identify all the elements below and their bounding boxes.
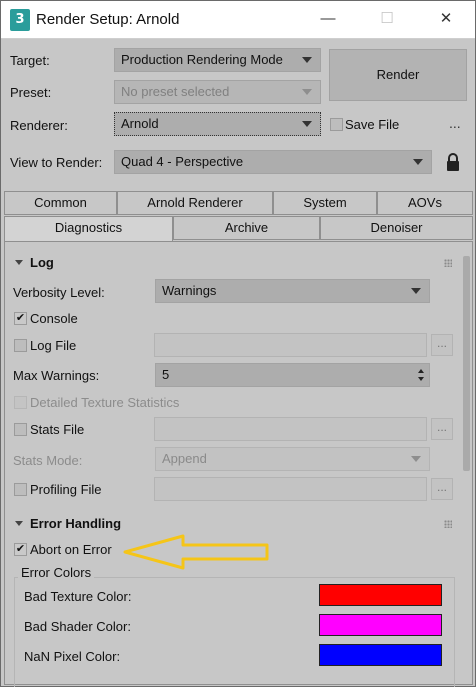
chevron-down-icon bbox=[302, 89, 312, 95]
3dsmax-app-icon: 3 bbox=[10, 9, 30, 31]
nan-pixel-color-swatch[interactable] bbox=[319, 644, 442, 666]
view-to-render-dropdown[interactable]: Quad 4 - Perspective bbox=[114, 150, 432, 174]
bad-texture-color-swatch[interactable] bbox=[319, 584, 442, 606]
collapse-triangle-icon bbox=[15, 521, 23, 526]
profiling-file-label: Profiling File bbox=[30, 482, 102, 497]
panel-scrollbar[interactable] bbox=[463, 256, 470, 471]
tab-diagnostics[interactable]: Diagnostics bbox=[4, 216, 173, 242]
title-bar: 3 Render Setup: Arnold — ☐ ✕ bbox=[1, 1, 475, 39]
close-button[interactable]: ✕ bbox=[417, 1, 475, 39]
renderer-label: Renderer: bbox=[10, 118, 68, 133]
detailed-texture-stats-label: Detailed Texture Statistics bbox=[30, 395, 180, 410]
stats-file-path-field[interactable] bbox=[154, 417, 427, 441]
bad-shader-color-label: Bad Shader Color: bbox=[24, 619, 131, 634]
max-warnings-label: Max Warnings: bbox=[13, 368, 100, 383]
profiling-file-checkbox[interactable] bbox=[14, 483, 27, 496]
minimize-button[interactable]: — bbox=[299, 1, 357, 39]
tab-system[interactable]: System bbox=[273, 191, 377, 215]
log-rollout-header[interactable]: Log bbox=[7, 251, 459, 275]
tab-aovs[interactable]: AOVs bbox=[377, 191, 473, 215]
stats-file-checkbox[interactable] bbox=[14, 423, 27, 436]
tab-denoiser[interactable]: Denoiser bbox=[320, 216, 473, 240]
save-file-checkbox[interactable] bbox=[330, 118, 343, 131]
log-file-checkbox[interactable] bbox=[14, 339, 27, 352]
tab-archive[interactable]: Archive bbox=[173, 216, 320, 240]
max-warnings-spinner[interactable]: 5 bbox=[155, 363, 430, 387]
chevron-down-icon bbox=[411, 288, 421, 294]
error-handling-title: Error Handling bbox=[30, 516, 122, 531]
tab-arnold-renderer[interactable]: Arnold Renderer bbox=[117, 191, 273, 215]
renderer-dropdown[interactable]: Arnold bbox=[114, 112, 321, 136]
target-label: Target: bbox=[10, 53, 50, 68]
view-to-render-value: Quad 4 - Perspective bbox=[121, 154, 244, 169]
detailed-texture-stats-checkbox[interactable] bbox=[14, 396, 27, 409]
stats-mode-label: Stats Mode: bbox=[13, 453, 83, 468]
profiling-file-browse-button[interactable]: ... bbox=[431, 478, 453, 500]
error-colors-group-label: Error Colors bbox=[18, 565, 95, 580]
console-checkbox[interactable]: ✔ bbox=[14, 312, 27, 325]
target-dropdown[interactable]: Production Rendering Mode bbox=[114, 48, 321, 72]
log-rollout-title: Log bbox=[30, 255, 54, 270]
spinner-down-icon[interactable] bbox=[418, 377, 424, 381]
collapse-triangle-icon bbox=[15, 260, 23, 265]
chevron-down-icon bbox=[413, 159, 423, 165]
chevron-down-icon bbox=[302, 57, 312, 63]
maximize-button[interactable]: ☐ bbox=[358, 1, 416, 39]
preset-dropdown[interactable]: No preset selected bbox=[114, 80, 321, 104]
more-options-button[interactable]: ... bbox=[449, 115, 461, 131]
drag-grip-icon[interactable] bbox=[444, 520, 452, 528]
save-file-label: Save File bbox=[345, 117, 400, 132]
verbosity-label: Verbosity Level: bbox=[13, 285, 105, 300]
preset-value: No preset selected bbox=[121, 84, 230, 99]
abort-on-error-label: Abort on Error bbox=[30, 542, 112, 557]
drag-grip-icon[interactable] bbox=[444, 259, 452, 267]
abort-on-error-checkbox[interactable]: ✔ bbox=[14, 543, 27, 556]
render-button[interactable]: Render bbox=[329, 49, 467, 101]
verbosity-value: Warnings bbox=[162, 283, 217, 298]
view-to-render-label: View to Render: bbox=[10, 155, 103, 170]
renderer-value: Arnold bbox=[121, 116, 159, 131]
preset-label: Preset: bbox=[10, 85, 52, 100]
target-value: Production Rendering Mode bbox=[121, 52, 283, 67]
verbosity-dropdown[interactable]: Warnings bbox=[155, 279, 430, 303]
stats-mode-value: Append bbox=[162, 451, 207, 466]
stats-mode-dropdown[interactable]: Append bbox=[155, 447, 430, 471]
log-file-browse-button[interactable]: ... bbox=[431, 334, 453, 356]
tab-common[interactable]: Common bbox=[4, 191, 117, 215]
bad-texture-color-label: Bad Texture Color: bbox=[24, 589, 132, 604]
chevron-down-icon bbox=[302, 121, 312, 127]
bad-shader-color-swatch[interactable] bbox=[319, 614, 442, 636]
profiling-file-path-field[interactable] bbox=[154, 477, 427, 501]
log-file-label: Log File bbox=[30, 338, 77, 353]
log-file-path-field[interactable] bbox=[154, 333, 427, 357]
chevron-down-icon bbox=[411, 456, 421, 462]
nan-pixel-color-label: NaN Pixel Color: bbox=[24, 649, 121, 664]
render-setup-window: 3 Render Setup: Arnold — ☐ ✕ Target: Pro… bbox=[0, 0, 476, 687]
spinner-up-icon[interactable] bbox=[418, 369, 424, 373]
max-warnings-value: 5 bbox=[162, 367, 170, 382]
stats-file-browse-button[interactable]: ... bbox=[431, 418, 453, 440]
console-label: Console bbox=[30, 311, 78, 326]
window-title: Render Setup: Arnold bbox=[36, 11, 180, 28]
annotation-arrow-icon bbox=[123, 534, 269, 570]
stats-file-label: Stats File bbox=[30, 422, 85, 437]
lock-icon[interactable] bbox=[445, 152, 461, 172]
